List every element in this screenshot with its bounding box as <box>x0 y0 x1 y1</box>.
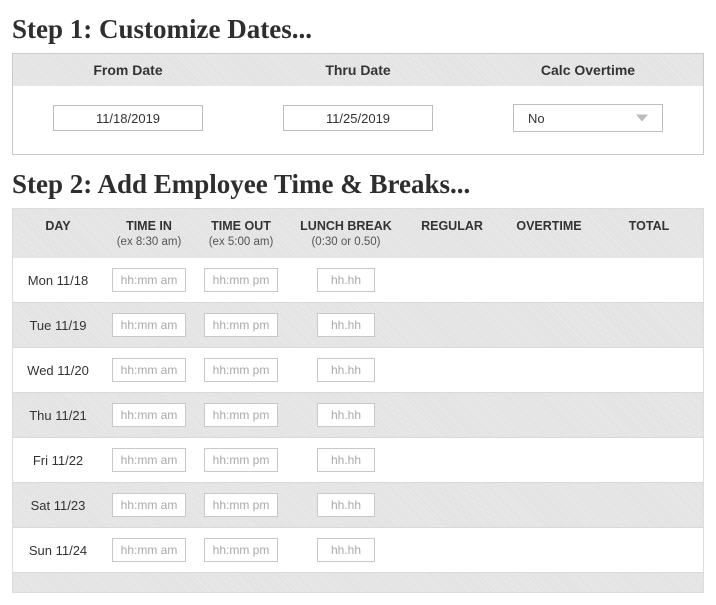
total-cell <box>599 483 699 527</box>
day-label: Wed 11/20 <box>13 348 103 392</box>
table-row: Wed 11/20 <box>13 347 703 392</box>
time-table-header: DAY TIME IN (ex 8:30 am) TIME OUT (ex 5:… <box>13 209 703 258</box>
table-row: Thu 11/21 <box>13 392 703 437</box>
header-day: DAY <box>13 209 103 258</box>
day-label: Sun 11/24 <box>13 528 103 572</box>
time-in-input[interactable] <box>112 268 186 292</box>
overtime-cell <box>499 528 599 572</box>
header-total: TOTAL <box>599 209 699 258</box>
header-time-in: TIME IN (ex 8:30 am) <box>103 209 195 258</box>
step1-panel: From Date Thru Date Calc Overtime No <box>12 53 704 155</box>
from-date-input[interactable] <box>53 105 203 131</box>
time-table-footer <box>13 572 703 592</box>
overtime-cell <box>499 393 599 437</box>
overtime-cell <box>499 303 599 347</box>
regular-cell <box>405 258 499 302</box>
header-lunch-hint: (0:30 or 0.50) <box>289 236 403 248</box>
time-in-input[interactable] <box>112 403 186 427</box>
step1-body-row: No <box>13 86 703 154</box>
time-in-input[interactable] <box>112 448 186 472</box>
day-label: Sat 11/23 <box>13 483 103 527</box>
day-label: Tue 11/19 <box>13 303 103 347</box>
total-cell <box>599 348 699 392</box>
regular-cell <box>405 303 499 347</box>
time-out-input[interactable] <box>204 403 278 427</box>
overtime-cell <box>499 348 599 392</box>
step2-panel: DAY TIME IN (ex 8:30 am) TIME OUT (ex 5:… <box>12 208 704 593</box>
lunch-break-input[interactable] <box>317 448 375 472</box>
regular-cell <box>405 483 499 527</box>
regular-cell <box>405 393 499 437</box>
total-cell <box>599 528 699 572</box>
calc-overtime-value: No <box>528 111 545 126</box>
time-in-input[interactable] <box>112 313 186 337</box>
regular-cell <box>405 528 499 572</box>
time-out-input[interactable] <box>204 493 278 517</box>
step1-header-row: From Date Thru Date Calc Overtime <box>13 54 703 86</box>
regular-cell <box>405 348 499 392</box>
table-row: Sun 11/24 <box>13 527 703 572</box>
total-cell <box>599 393 699 437</box>
header-time-out: TIME OUT (ex 5:00 am) <box>195 209 287 258</box>
total-cell <box>599 438 699 482</box>
header-lunch: LUNCH BREAK (0:30 or 0.50) <box>287 209 405 258</box>
table-row: Fri 11/22 <box>13 437 703 482</box>
overtime-cell <box>499 258 599 302</box>
header-regular: REGULAR <box>405 209 499 258</box>
regular-cell <box>405 438 499 482</box>
step1-title: Step 1: Customize Dates... <box>12 14 704 45</box>
time-out-input[interactable] <box>204 268 278 292</box>
overtime-cell <box>499 438 599 482</box>
time-out-input[interactable] <box>204 538 278 562</box>
lunch-break-input[interactable] <box>317 493 375 517</box>
calc-overtime-select[interactable]: No <box>513 104 663 132</box>
header-time-out-hint: (ex 5:00 am) <box>197 236 285 248</box>
table-row: Tue 11/19 <box>13 302 703 347</box>
total-cell <box>599 303 699 347</box>
time-out-input[interactable] <box>204 313 278 337</box>
lunch-break-input[interactable] <box>317 268 375 292</box>
thru-date-header: Thru Date <box>243 62 473 78</box>
overtime-cell <box>499 483 599 527</box>
table-row: Mon 11/18 <box>13 258 703 302</box>
time-in-input[interactable] <box>112 538 186 562</box>
header-time-in-hint: (ex 8:30 am) <box>105 236 193 248</box>
time-out-input[interactable] <box>204 358 278 382</box>
day-label: Fri 11/22 <box>13 438 103 482</box>
lunch-break-input[interactable] <box>317 358 375 382</box>
chevron-down-icon <box>636 115 648 122</box>
lunch-break-input[interactable] <box>317 538 375 562</box>
step2-title: Step 2: Add Employee Time & Breaks... <box>12 169 704 200</box>
table-row: Sat 11/23 <box>13 482 703 527</box>
time-in-input[interactable] <box>112 493 186 517</box>
lunch-break-input[interactable] <box>317 403 375 427</box>
total-cell <box>599 258 699 302</box>
day-label: Thu 11/21 <box>13 393 103 437</box>
lunch-break-input[interactable] <box>317 313 375 337</box>
time-in-input[interactable] <box>112 358 186 382</box>
header-overtime: OVERTIME <box>499 209 599 258</box>
time-out-input[interactable] <box>204 448 278 472</box>
day-label: Mon 11/18 <box>13 258 103 302</box>
thru-date-input[interactable] <box>283 105 433 131</box>
calc-overtime-header: Calc Overtime <box>473 62 703 78</box>
from-date-header: From Date <box>13 62 243 78</box>
